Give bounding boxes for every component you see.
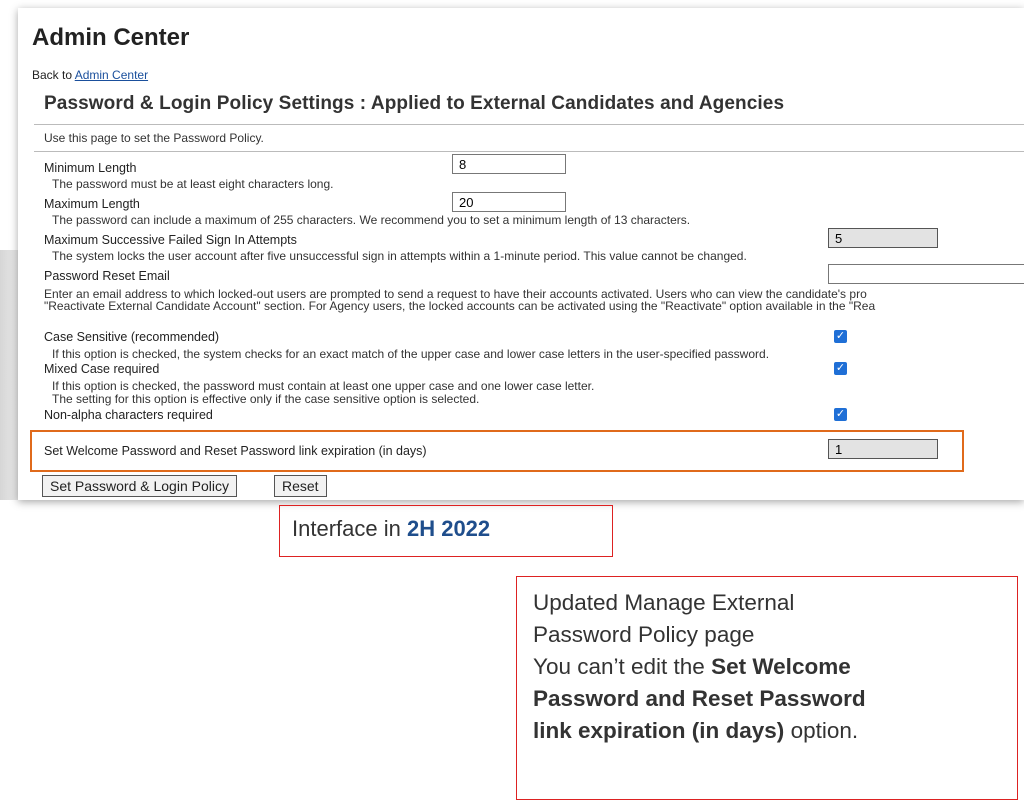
min-length-desc: The password must be at least eight char… — [52, 177, 334, 191]
non-alpha-checkbox[interactable]: ✓ — [834, 408, 847, 421]
link-expiration-label: Set Welcome Password and Reset Password … — [44, 444, 427, 458]
min-length-label: Minimum Length — [44, 161, 137, 175]
instructions-text: Use this page to set the Password Policy… — [44, 131, 264, 145]
link-expiration-input — [828, 439, 938, 459]
back-to-admin-center-link[interactable]: Admin Center — [75, 68, 148, 82]
interface-prefix: Interface in — [292, 516, 401, 541]
app-title: Admin Center — [32, 24, 190, 51]
check-icon: ✓ — [835, 408, 846, 420]
max-length-desc: The password can include a maximum of 25… — [52, 213, 691, 227]
max-length-input[interactable] — [452, 192, 566, 212]
interface-version: 2H 2022 — [406, 516, 491, 541]
case-sensitive-desc: If this option is checked, the system ch… — [52, 347, 770, 361]
case-sensitive-checkbox[interactable]: ✓ — [834, 330, 847, 343]
max-length-label: Maximum Length — [44, 197, 140, 211]
back-prefix: Back to — [32, 68, 73, 82]
note-line-3: You can’t edit the Set Welcome — [533, 651, 1003, 683]
max-failed-label: Maximum Successive Failed Sign In Attemp… — [44, 233, 297, 247]
update-note-callout: Updated Manage External Password Policy … — [516, 576, 1018, 800]
reset-email-input[interactable] — [828, 264, 1024, 284]
breadcrumb: Back to Admin Center — [32, 68, 148, 82]
note-line-3-text: You can’t edit the — [533, 654, 705, 679]
note-bold-1: Set Welcome — [711, 654, 851, 679]
page-title: Password & Login Policy Settings : Appli… — [44, 93, 785, 114]
set-password-policy-button[interactable]: Set Password & Login Policy — [42, 475, 237, 497]
non-alpha-label: Non-alpha characters required — [44, 408, 213, 422]
max-failed-input — [828, 228, 938, 248]
note-line-1: Updated Manage External — [533, 590, 795, 615]
note-end: option. — [790, 718, 859, 743]
note-line-4: Password and Reset Password — [533, 683, 1003, 715]
case-sensitive-label: Case Sensitive (recommended) — [44, 330, 220, 344]
note-line-5: link expiration (in days) option. — [533, 715, 1003, 747]
reset-email-label: Password Reset Email — [44, 269, 170, 283]
note-line-2: Password Policy page — [533, 622, 755, 647]
mixed-case-checkbox[interactable]: ✓ — [834, 362, 847, 375]
interface-version-callout: Interface in 2H 2022 — [279, 505, 613, 557]
reset-button[interactable]: Reset — [274, 475, 327, 497]
note-bold-2: Password and Reset Password — [533, 686, 866, 711]
check-icon: ✓ — [835, 362, 846, 374]
max-failed-desc: The system locks the user account after … — [52, 249, 747, 263]
instructions-bar: Use this page to set the Password Policy… — [34, 124, 1024, 152]
mixed-case-desc-2: The setting for this option is effective… — [52, 392, 480, 406]
screenshot-panel: Admin Center Back to Admin Center Passwo… — [18, 8, 1024, 500]
reset-email-desc-2: "Reactivate External Candidate Account" … — [44, 299, 876, 313]
mixed-case-label: Mixed Case required — [44, 362, 160, 376]
check-icon: ✓ — [835, 330, 846, 342]
min-length-input[interactable] — [452, 154, 566, 174]
note-bold-3: link expiration (in days) — [533, 718, 785, 743]
